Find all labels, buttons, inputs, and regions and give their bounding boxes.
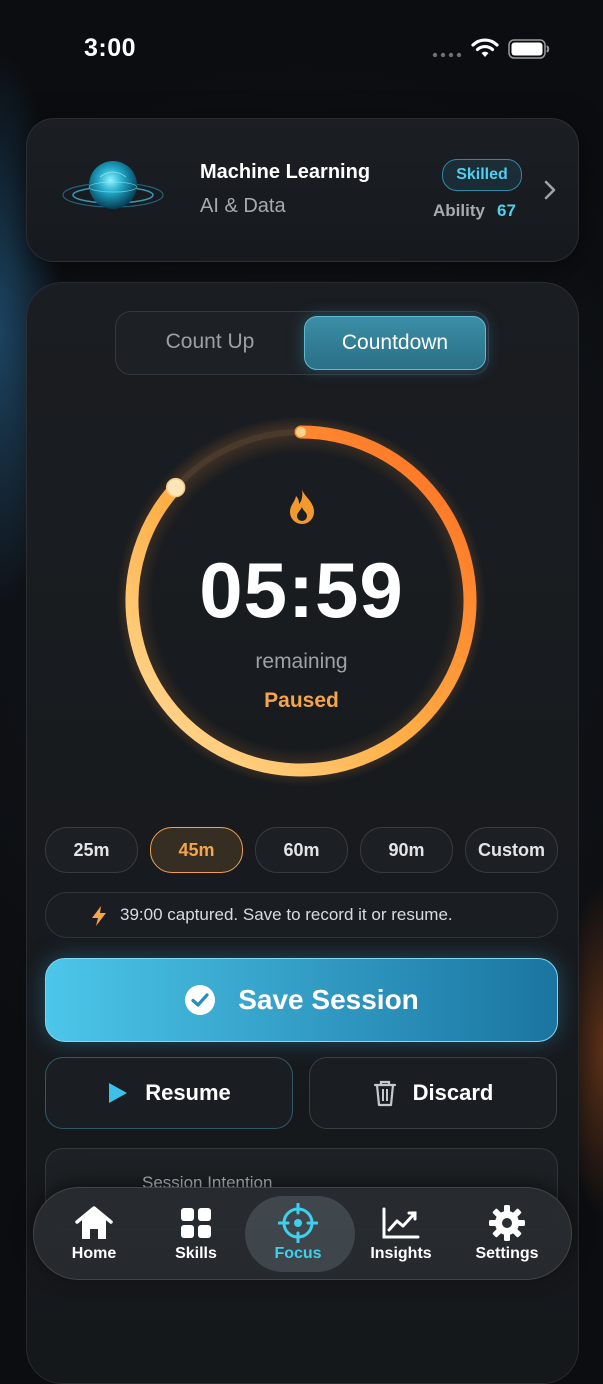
skill-card[interactable]: Machine Learning AI & Data Skilled Abili… <box>26 118 579 262</box>
signal-dots-icon <box>432 52 462 58</box>
battery-icon <box>508 39 550 59</box>
discard-label: Discard <box>412 1080 494 1105</box>
tab-focus[interactable]: Focus <box>245 1188 355 1279</box>
timer-state: Paused <box>264 689 339 712</box>
ring-knob <box>165 477 186 498</box>
play-icon <box>107 1081 129 1105</box>
ability-label: Ability <box>433 201 485 220</box>
home-icon <box>74 1204 114 1242</box>
save-session-label: Save Session <box>238 984 419 1015</box>
tab-settings[interactable]: Settings <box>455 1188 559 1279</box>
chart-icon <box>382 1204 420 1242</box>
ability-value: 67 <box>497 201 516 220</box>
ring-start-dot <box>296 427 306 437</box>
timer-caption: remaining <box>255 650 348 673</box>
discard-button[interactable]: Discard <box>309 1057 557 1129</box>
mode-count-up[interactable]: Count Up <box>120 316 300 368</box>
info-text: 39:00 captured. Save to record it or res… <box>120 905 453 924</box>
skill-title: Machine Learning <box>200 161 371 183</box>
checkmark-circle-icon <box>184 984 216 1016</box>
gear-icon <box>488 1204 526 1242</box>
chevron-right-icon[interactable] <box>543 179 557 201</box>
wifi-icon <box>471 38 499 57</box>
crosshair-icon <box>278 1203 318 1243</box>
orb-icon <box>62 161 164 209</box>
duration-25m[interactable]: 25m <box>45 827 138 873</box>
lightning-icon <box>92 906 106 926</box>
tab-insights[interactable]: Insights <box>349 1188 453 1279</box>
resume-label: Resume <box>145 1080 231 1105</box>
duration-60m[interactable]: 60m <box>255 827 348 873</box>
skill-category: AI & Data <box>200 195 286 217</box>
tab-home[interactable]: Home <box>42 1188 146 1279</box>
mode-toggle: Count Up Countdown <box>115 311 489 375</box>
resume-button[interactable]: Resume <box>45 1057 293 1129</box>
save-session-button[interactable]: Save Session <box>45 958 558 1042</box>
status-time: 3:00 <box>84 34 137 62</box>
tab-bar: Home Skills Focus Insights Settings <box>33 1187 572 1280</box>
flame-icon <box>290 489 314 524</box>
level-badge: Skilled <box>442 159 522 191</box>
captured-info: 39:00 captured. Save to record it or res… <box>45 892 558 938</box>
duration-90m[interactable]: 90m <box>360 827 453 873</box>
grid-icon <box>180 1204 212 1242</box>
duration-45m[interactable]: 45m <box>150 827 243 873</box>
timer-display: 05:59 <box>199 546 404 634</box>
trash-icon <box>373 1079 397 1107</box>
duration-custom[interactable]: Custom <box>465 827 558 873</box>
status-bar: 3:00 <box>0 0 603 96</box>
mode-countdown[interactable]: Countdown <box>304 316 486 370</box>
tab-skills[interactable]: Skills <box>144 1188 248 1279</box>
